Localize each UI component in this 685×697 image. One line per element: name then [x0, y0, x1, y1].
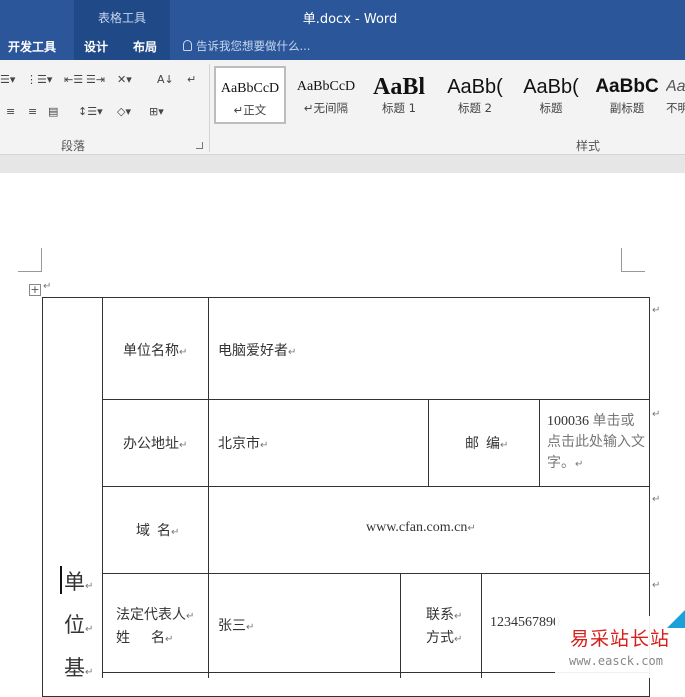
watermark-text: 易采站长站 — [570, 629, 671, 650]
row-end-mark: ↵ — [652, 305, 661, 316]
style-preview: AaBbCcD — [220, 81, 280, 96]
contact-label-2: 方式↵ — [426, 631, 463, 646]
style-heading-1[interactable]: AaBl 标题 1 — [366, 66, 432, 124]
tell-me-search[interactable]: 告诉我您想要做什么... — [183, 38, 310, 54]
table-border — [102, 297, 103, 678]
unit-name-label: 单位名称↵ — [123, 344, 188, 359]
decrease-indent-icon[interactable]: ⇤☰ — [64, 73, 83, 87]
style-name: ↵无间隔 — [303, 101, 349, 115]
style-preview: AaBl — [372, 74, 425, 100]
style-subtle-emphasis[interactable]: Aa 不明 — [666, 66, 685, 124]
context-tab-label: 表格工具 — [97, 11, 146, 25]
style-name: 标题 2 — [458, 101, 492, 115]
style-preview: AaBbC — [595, 76, 659, 97]
tab-layout[interactable]: 布局 — [133, 38, 157, 55]
table-move-handle-icon[interactable]: + — [29, 284, 41, 296]
tab-design[interactable]: 设计 — [84, 38, 108, 55]
address-label: 办公地址↵ — [123, 437, 188, 452]
style-no-spacing[interactable]: AaBbCcD ↵无间隔 — [290, 66, 362, 124]
show-marks-icon[interactable]: ↵ — [187, 73, 196, 87]
chinese-layout-icon[interactable]: ✕▾ — [117, 73, 132, 87]
paragraph-dialog-launcher-icon[interactable] — [196, 142, 203, 149]
ruler-area — [0, 155, 685, 173]
tab-developer[interactable]: 开发工具 — [8, 38, 56, 55]
postcode-label: 邮 编↵ — [465, 437, 509, 452]
style-name: 标题 — [539, 101, 563, 115]
style-subtitle[interactable]: AaBbC 副标题 — [592, 66, 662, 124]
row-end-mark: ↵ — [652, 580, 661, 591]
style-heading-2[interactable]: AaBb( 标题 2 — [440, 66, 510, 124]
style-normal[interactable]: AaBbCcD ↵正文 — [214, 66, 286, 124]
style-name: 标题 1 — [382, 101, 416, 115]
styles-group-label: 样式 — [576, 139, 601, 153]
style-name: ↵正文 — [233, 103, 267, 117]
margin-corner-right — [621, 248, 645, 272]
side-label-char: 位↵ — [64, 613, 94, 637]
domain-label: 域 名↵ — [136, 524, 180, 539]
tell-me-text: 告诉我您想要做什么... — [196, 39, 311, 53]
postcode-value[interactable]: 100036 单击或点击此处输入文字。↵ — [547, 411, 647, 475]
window-title: 单.docx - Word — [302, 12, 398, 27]
address-value[interactable]: 北京市↵ — [218, 433, 268, 453]
table-border — [481, 573, 482, 678]
contact-label: 联系↵ — [426, 608, 463, 623]
lightbulb-icon — [183, 40, 192, 51]
shading-icon[interactable]: ◇▾ — [117, 105, 131, 119]
style-title[interactable]: AaBb( 标题 — [516, 66, 586, 124]
legal-rep-label: 法定代表人↵ — [116, 608, 195, 623]
style-preview: Aa — [666, 78, 685, 95]
row-end-mark: ↵ — [652, 409, 661, 420]
text-cursor — [60, 566, 62, 594]
style-preview: AaBbCcD — [296, 79, 356, 94]
style-preview: AaBb( — [447, 76, 503, 98]
unit-name-value[interactable]: 电脑爱好者↵ — [218, 340, 296, 360]
domain-value[interactable]: www.cfan.com.cn↵ — [366, 520, 476, 536]
watermark-url: www.easck.com — [569, 654, 663, 668]
bullets-icon[interactable]: ☰▾ — [0, 73, 15, 87]
table-border — [400, 573, 401, 678]
table-border — [539, 399, 540, 486]
table-border — [102, 399, 650, 400]
distributed-icon[interactable]: ▤ — [48, 105, 58, 119]
legal-rep-value[interactable]: 张三↵ — [218, 615, 254, 635]
multilevel-list-icon[interactable]: ⋮☰▾ — [26, 73, 52, 87]
group-separator — [209, 64, 210, 152]
sort-icon[interactable]: A↓ — [157, 73, 174, 87]
table-border — [102, 573, 650, 574]
legal-rep-label-2: 姓 名↵ — [116, 631, 174, 646]
side-label-char: 单↵ — [64, 570, 94, 594]
style-name: 不明 — [666, 101, 685, 115]
align-left-icon[interactable]: ≡ — [6, 105, 15, 119]
table-border — [102, 486, 650, 487]
contact-value[interactable]: 1234567890 — [490, 615, 560, 631]
row-end-mark: ↵ — [652, 494, 661, 505]
borders-icon[interactable]: ⊞▾ — [149, 105, 164, 119]
margin-corner-left — [18, 248, 42, 272]
increase-indent-icon[interactable]: ☰⇥ — [86, 73, 105, 87]
style-preview: AaBb( — [523, 76, 579, 98]
paragraph-mark: ↵ — [43, 281, 52, 292]
paragraph-group-label: 段落 — [61, 139, 86, 153]
table-border — [208, 297, 209, 678]
style-name: 副标题 — [609, 101, 645, 115]
table-border — [428, 399, 429, 486]
line-spacing-icon[interactable]: ↕☰▾ — [78, 105, 103, 119]
justify-icon[interactable]: ≡ — [28, 105, 37, 119]
